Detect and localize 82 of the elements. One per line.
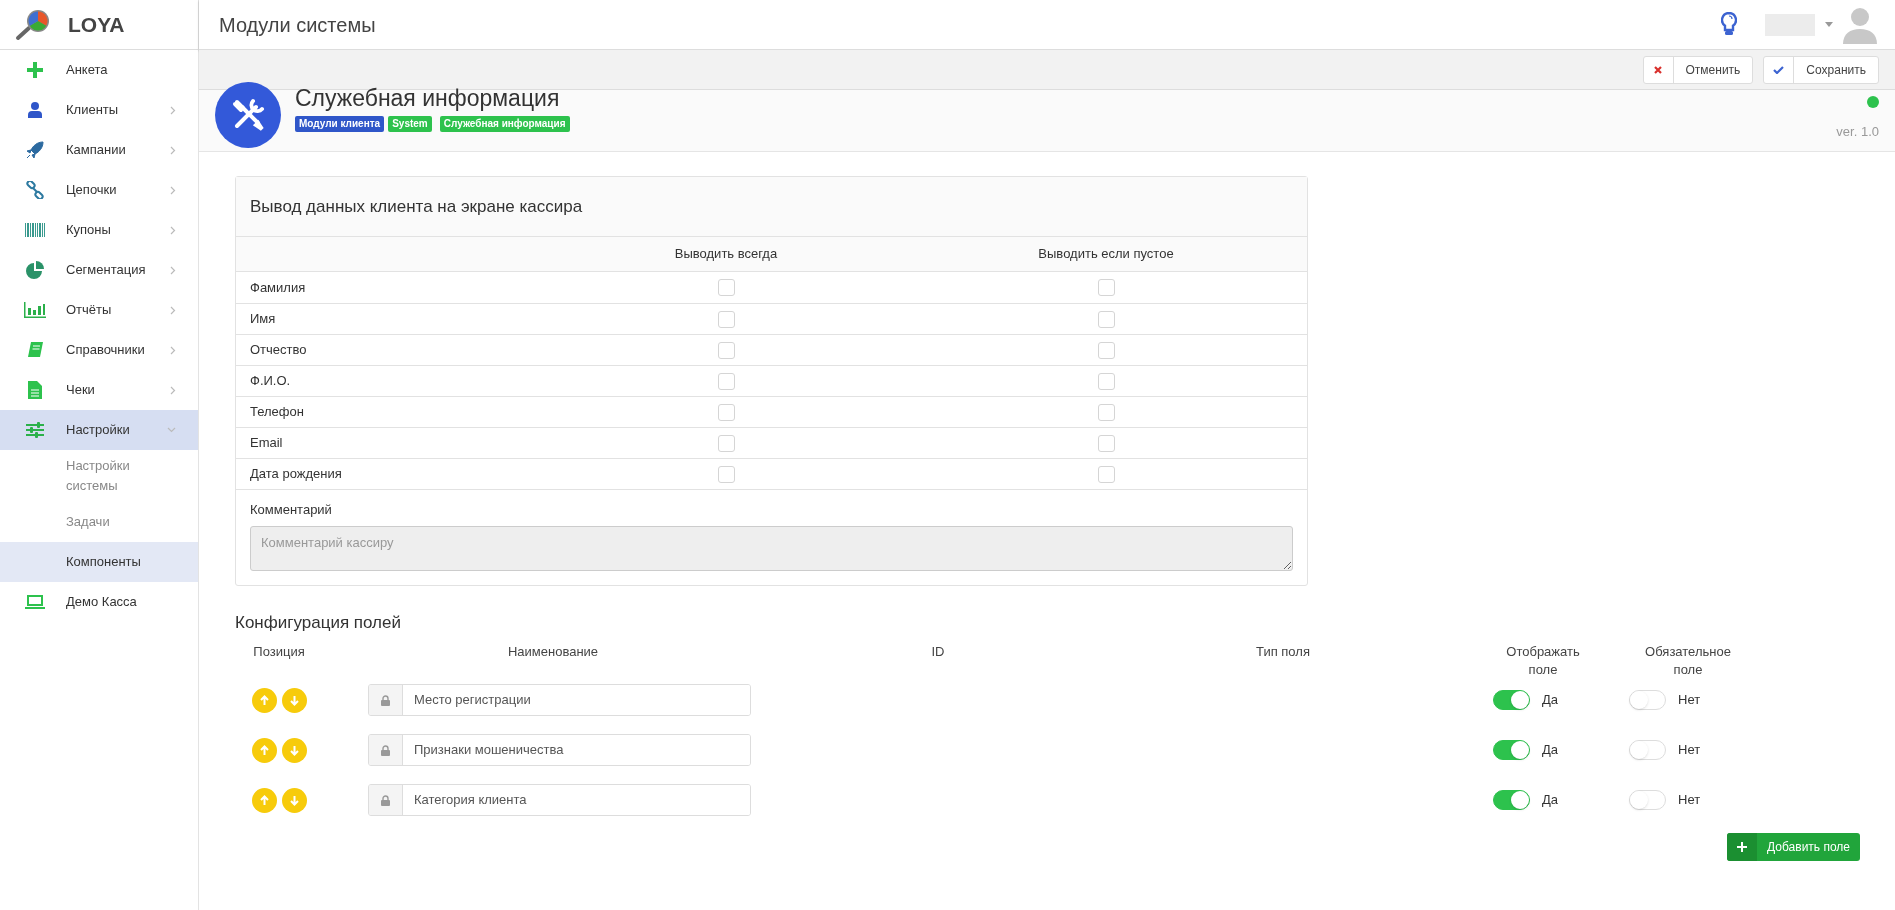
column-header: Отображать поле bbox=[1505, 643, 1581, 679]
column-header: Наименование bbox=[506, 643, 600, 661]
field-label: Телефон bbox=[249, 403, 305, 422]
toggle-label: Да bbox=[1542, 741, 1559, 760]
toggle-switch[interactable] bbox=[1493, 740, 1530, 760]
checkbox[interactable] bbox=[717, 403, 735, 421]
move-down-button[interactable] bbox=[281, 687, 307, 713]
module-title: Служебная информация bbox=[295, 84, 561, 112]
move-down-button[interactable] bbox=[281, 787, 307, 813]
toggle-label: Да bbox=[1542, 791, 1559, 810]
document-icon bbox=[28, 381, 42, 399]
checkbox[interactable] bbox=[717, 465, 735, 483]
toggle-switch[interactable] bbox=[1493, 790, 1530, 810]
tag: Служебная информация bbox=[439, 116, 570, 132]
checkbox[interactable] bbox=[1097, 310, 1115, 328]
comment-label: Комментарий bbox=[250, 501, 333, 519]
plus-icon bbox=[1737, 842, 1748, 852]
checkbox[interactable] bbox=[717, 434, 735, 452]
version-label: ver. 1.0 bbox=[1836, 123, 1879, 141]
checkbox[interactable] bbox=[1097, 465, 1115, 483]
checkbox[interactable] bbox=[717, 372, 735, 390]
page-title: Модули системы bbox=[219, 12, 376, 38]
plus-icon bbox=[27, 62, 43, 78]
lock-icon bbox=[381, 794, 390, 806]
toggle-label: Нет bbox=[1678, 791, 1701, 810]
move-down-button[interactable] bbox=[281, 737, 307, 763]
field-name-input[interactable]: Признаки мошеничества bbox=[368, 734, 751, 766]
checkbox[interactable] bbox=[717, 310, 735, 328]
checkbox[interactable] bbox=[717, 341, 735, 359]
field-label: Дата рождения bbox=[249, 465, 343, 484]
barcode-icon bbox=[25, 223, 45, 237]
tag: System bbox=[388, 116, 432, 132]
lightbulb-icon[interactable] bbox=[1721, 11, 1737, 38]
laptop-icon bbox=[25, 595, 45, 609]
avatar-icon[interactable] bbox=[1843, 5, 1877, 44]
checkmark-icon bbox=[1773, 65, 1785, 74]
column-header: Позиция bbox=[252, 643, 306, 661]
checkbox[interactable] bbox=[1097, 372, 1115, 390]
checkbox[interactable] bbox=[1097, 279, 1115, 296]
rocket-icon bbox=[26, 141, 44, 159]
save-button[interactable]: Сохранить bbox=[1763, 55, 1879, 84]
pie-chart-icon bbox=[26, 261, 44, 279]
move-up-button[interactable] bbox=[251, 737, 277, 763]
toggle-label: Нет bbox=[1678, 691, 1701, 710]
lock-icon bbox=[381, 744, 390, 756]
checkbox[interactable] bbox=[1097, 341, 1115, 359]
brand-name: LOYA bbox=[68, 11, 125, 38]
close-icon bbox=[1654, 65, 1662, 74]
checkbox[interactable] bbox=[1097, 434, 1115, 452]
field-name-input[interactable]: Место регистрации bbox=[368, 684, 751, 716]
section-title: Конфигурация полей bbox=[235, 611, 402, 634]
card-title: Вывод данных клиента на экране кассира bbox=[250, 195, 583, 218]
toggle-switch[interactable] bbox=[1493, 690, 1530, 710]
move-up-button[interactable] bbox=[251, 687, 277, 713]
caret-icon[interactable] bbox=[1825, 22, 1833, 27]
column-header: Обязательное поле bbox=[1644, 643, 1732, 679]
toggle-label: Нет bbox=[1678, 741, 1701, 760]
chain-link-icon bbox=[26, 181, 44, 199]
field-label: Имя bbox=[249, 310, 277, 329]
field-label: Фамилия bbox=[249, 278, 307, 297]
field-label: Отчество bbox=[249, 341, 308, 360]
book-icon bbox=[26, 341, 44, 359]
user-icon bbox=[28, 102, 42, 118]
lock-icon bbox=[381, 694, 390, 706]
column-header: ID bbox=[930, 643, 946, 661]
comment-field[interactable]: Комментарий кассиру bbox=[250, 525, 1293, 571]
field-name-input[interactable]: Категория клиента bbox=[368, 784, 751, 816]
sidebar-item[interactable]: Настройки bbox=[0, 410, 198, 450]
tag: Модули клиента bbox=[295, 116, 385, 132]
column-header: Выводить всегда bbox=[673, 245, 779, 264]
sidebar-subitem[interactable]: Компоненты bbox=[0, 542, 198, 582]
sliders-icon bbox=[26, 422, 44, 438]
column-header: Тип поля bbox=[1255, 643, 1311, 661]
toggle-label: Да bbox=[1542, 691, 1559, 710]
bar-chart-icon bbox=[24, 302, 46, 318]
move-up-button[interactable] bbox=[251, 787, 277, 813]
column-header: Выводить если пустое bbox=[1037, 245, 1175, 264]
checkbox[interactable] bbox=[717, 279, 735, 296]
field-label: Ф.И.О. bbox=[249, 372, 292, 391]
cancel-button[interactable]: Отменить bbox=[1642, 55, 1754, 84]
field-label: Email bbox=[249, 434, 284, 453]
checkbox[interactable] bbox=[1097, 403, 1115, 421]
